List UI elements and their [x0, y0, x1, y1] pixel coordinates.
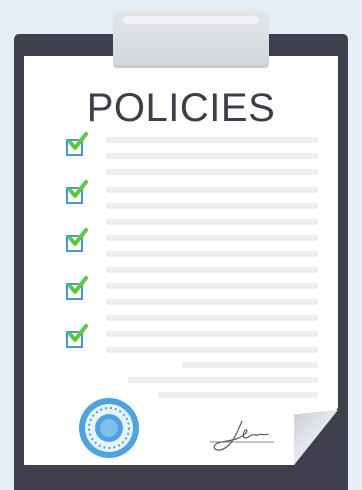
checkmark-icon	[68, 180, 88, 198]
clip-highlight	[123, 16, 259, 24]
policies-title: POLICIES	[86, 86, 276, 130]
checkmark-icon	[68, 324, 88, 342]
text-line	[106, 315, 318, 321]
text-line	[106, 153, 318, 159]
text-line	[182, 362, 318, 368]
text-line	[106, 251, 318, 257]
signature-icon	[210, 420, 274, 451]
text-line	[158, 392, 318, 398]
text-line	[106, 331, 318, 337]
checkbox-checked-icon	[66, 132, 88, 156]
text-line	[106, 283, 318, 289]
text-line	[106, 219, 318, 225]
checkmark-icon	[68, 228, 88, 246]
text-line	[106, 187, 318, 193]
text-line	[106, 267, 318, 273]
text-line	[106, 235, 318, 241]
checkbox-checked-icon	[66, 276, 88, 300]
text-line	[106, 137, 318, 143]
text-line	[106, 347, 318, 353]
seal-icon	[79, 398, 139, 458]
checkbox-checked-icon	[66, 324, 88, 348]
checkmark-icon	[68, 132, 88, 150]
checkmark-icon	[68, 276, 88, 294]
text-line	[106, 203, 318, 209]
text-line	[106, 169, 318, 175]
checkbox-checked-icon	[66, 180, 88, 204]
checkbox-checked-icon	[66, 228, 88, 252]
text-line	[106, 299, 318, 305]
text-line	[128, 377, 318, 383]
